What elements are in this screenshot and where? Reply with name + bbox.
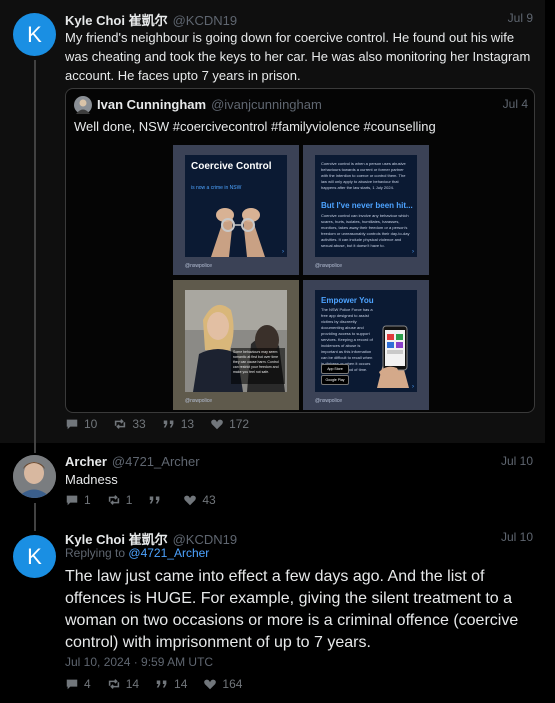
quote-author-name[interactable]: Ivan Cunningham bbox=[97, 97, 206, 112]
like-count: 172 bbox=[229, 417, 250, 431]
retweet-button[interactable]: 1 bbox=[107, 493, 133, 507]
quote-header: Ivan Cunningham @ivanjcunningham bbox=[97, 96, 322, 114]
reply-count: 4 bbox=[84, 677, 91, 691]
media-image-3[interactable]: Some behaviours may seem romantic at fir… bbox=[173, 280, 299, 410]
card-heading: Empower You bbox=[321, 296, 374, 305]
comment-icon bbox=[66, 419, 78, 430]
media-image-2[interactable]: Coercive control is when a person uses a… bbox=[303, 145, 429, 275]
replying-to-handle[interactable]: @4721_Archer bbox=[128, 546, 209, 560]
quote-button[interactable] bbox=[148, 493, 167, 507]
quote-count: 14 bbox=[174, 677, 188, 691]
media-image-4[interactable]: Empower You The NSW Police Force has a f… bbox=[303, 280, 429, 410]
google-play-badge: Google Play bbox=[321, 375, 349, 385]
tweet-text: My friend's neighbour is going down for … bbox=[65, 30, 531, 83]
retweet-count: 14 bbox=[125, 677, 140, 691]
tile-footer: @nswpolice bbox=[185, 263, 213, 269]
avatar[interactable] bbox=[13, 455, 56, 498]
like-button[interactable]: 164 bbox=[203, 677, 242, 691]
tile-footer: @nswpolice bbox=[315, 263, 343, 269]
author-handle[interactable]: @KCDN19 bbox=[173, 532, 238, 547]
tweet-timestamp[interactable]: Jul 10, 2024 · 9:59 AM UTC bbox=[65, 655, 213, 669]
reply-button[interactable]: 1 bbox=[65, 493, 91, 507]
thread-line bbox=[34, 60, 36, 443]
handcuffed-hands-icon bbox=[211, 208, 265, 257]
tweet-text: Madness bbox=[65, 472, 118, 487]
retweet-icon bbox=[115, 419, 126, 429]
comment-icon bbox=[66, 495, 78, 506]
tweet-date[interactable]: Jul 9 bbox=[508, 11, 533, 25]
retweet-button[interactable]: 33 bbox=[113, 417, 146, 431]
tweet-stats: 1 1 43 bbox=[65, 493, 216, 507]
quote-icon bbox=[163, 420, 174, 428]
author-name[interactable]: Archer bbox=[65, 454, 107, 469]
reply-button[interactable]: 10 bbox=[65, 417, 97, 431]
reply-count: 10 bbox=[84, 417, 98, 431]
like-count: 164 bbox=[222, 677, 243, 691]
coercive-control-card: Coercive Control is now a crime in NSW › bbox=[185, 155, 287, 257]
phone-in-hand-icon bbox=[377, 325, 409, 388]
card-heading: But I've never been hit... bbox=[321, 201, 413, 210]
tile-footer: @nswpolice bbox=[185, 398, 213, 404]
media-image-1[interactable]: Coercive Control is now a crime in NSW ›… bbox=[173, 145, 299, 275]
author-handle[interactable]: @KCDN19 bbox=[173, 13, 238, 28]
tile-footer: @nswpolice bbox=[315, 398, 343, 404]
quote-button[interactable]: 13 bbox=[162, 417, 194, 431]
retweet-count: 1 bbox=[125, 493, 133, 507]
author-name[interactable]: Kyle Choi 崔凱尔 bbox=[65, 13, 168, 28]
like-button[interactable]: 43 bbox=[183, 493, 216, 507]
retweet-count: 33 bbox=[132, 417, 146, 431]
caption-bg: Some behaviours may seem romantic at fir… bbox=[231, 348, 285, 384]
tweet-main[interactable]: K Kyle Choi 崔凱尔 @KCDN19 Jul 9 My friend's… bbox=[0, 0, 545, 443]
quote-icon bbox=[156, 680, 167, 688]
tweet-date[interactable]: Jul 10 bbox=[501, 454, 533, 468]
quote-avatar[interactable] bbox=[74, 96, 92, 114]
reply-count: 1 bbox=[84, 493, 91, 507]
card-title: Coercive Control bbox=[191, 161, 272, 172]
arrow-icon: › bbox=[412, 249, 414, 255]
replying-prefix: Replying to bbox=[65, 546, 126, 560]
tweet-stats: 10 33 13 172 bbox=[65, 417, 249, 431]
author-name[interactable]: Kyle Choi 崔凱尔 bbox=[65, 532, 168, 547]
card-body: Coercive control is when a person uses a… bbox=[321, 161, 406, 190]
quote-text: Well done, NSW #coercivecontrol #familyv… bbox=[74, 119, 436, 134]
photo-caption: Some behaviours may seem romantic at fir… bbox=[233, 350, 279, 374]
quote-date[interactable]: Jul 4 bbox=[503, 97, 528, 111]
replying-to: Replying to @4721_Archer bbox=[65, 546, 209, 560]
quote-icon bbox=[150, 496, 160, 504]
retweet-button[interactable]: 14 bbox=[107, 677, 139, 691]
thread-line bbox=[34, 503, 36, 531]
card-subtitle: is now a crime in NSW bbox=[191, 185, 242, 191]
tweet-header: Kyle Choi 崔凱尔 @KCDN19 bbox=[65, 10, 237, 30]
quote-author-handle[interactable]: @ivanjcunningham bbox=[211, 97, 322, 112]
tweet-header: Archer @4721_Archer bbox=[65, 453, 200, 471]
arrow-icon: › bbox=[282, 249, 284, 255]
author-handle[interactable]: @4721_Archer bbox=[112, 454, 200, 469]
comment-icon bbox=[66, 679, 78, 690]
card-body-2: Coercive control can involve any behavio… bbox=[321, 213, 410, 248]
tweet-text: The law just came into effect a few days… bbox=[65, 568, 519, 651]
photo-card: Some behaviours may seem romantic at fir… bbox=[185, 290, 287, 392]
avatar[interactable]: K bbox=[13, 535, 56, 578]
arrow-icon: › bbox=[412, 384, 414, 390]
heart-icon bbox=[184, 495, 197, 506]
like-button[interactable]: 172 bbox=[210, 417, 249, 431]
quote-button[interactable]: 14 bbox=[155, 677, 187, 691]
quote-count: 13 bbox=[180, 417, 195, 431]
thread-line bbox=[34, 443, 36, 453]
definition-card: Coercive control is when a person uses a… bbox=[315, 155, 417, 257]
app-store-badge: App Store bbox=[321, 364, 349, 374]
avatar[interactable]: K bbox=[13, 13, 56, 56]
like-count: 43 bbox=[202, 493, 216, 507]
tweet-date[interactable]: Jul 10 bbox=[501, 530, 533, 544]
heart-icon bbox=[204, 679, 217, 690]
retweet-icon bbox=[108, 679, 119, 689]
reply-button[interactable]: 4 bbox=[65, 677, 91, 691]
tweet-stats: 4 14 14 164 bbox=[65, 677, 242, 691]
retweet-icon bbox=[108, 495, 119, 505]
quoted-tweet[interactable]: Ivan Cunningham @ivanjcunningham Jul 4 We… bbox=[65, 88, 535, 413]
app-card: Empower You The NSW Police Force has a f… bbox=[315, 290, 417, 392]
heart-icon bbox=[211, 419, 223, 430]
